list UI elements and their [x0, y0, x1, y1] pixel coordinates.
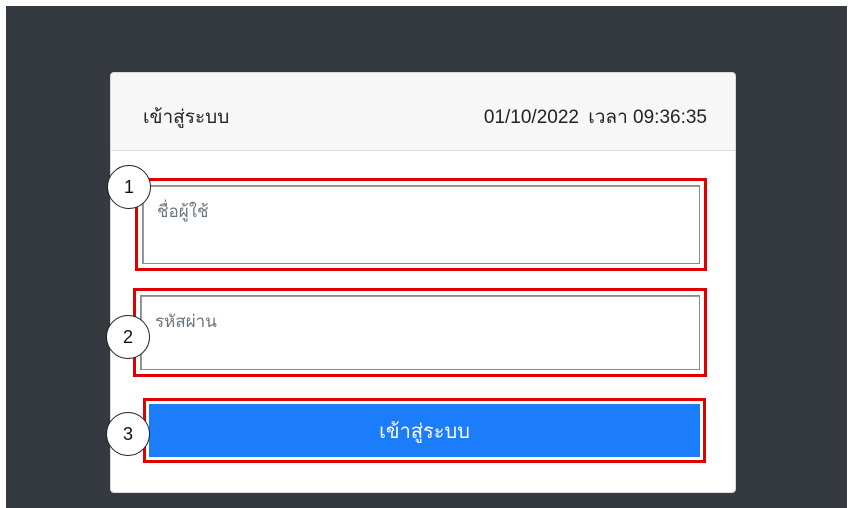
current-date: 01/10/2022 — [483, 107, 579, 128]
username-field-box — [142, 185, 700, 264]
login-button-highlight: เข้าสู่ระบบ — [143, 398, 706, 463]
time-label: เวลา — [588, 107, 628, 128]
login-title: เข้าสู่ระบบ — [143, 107, 230, 128]
annotation-marker-2: 2 — [106, 315, 150, 359]
current-datetime: 01/10/2022 เวลา 09:36:35 — [484, 102, 707, 132]
login-card-header: เข้าสู่ระบบ 01/10/2022 เวลา 09:36:35 — [111, 73, 735, 151]
login-button[interactable]: เข้าสู่ระบบ — [149, 404, 700, 457]
username-input[interactable] — [143, 186, 699, 222]
current-time: 09:36:35 — [633, 107, 707, 128]
annotation-marker-1: 1 — [107, 165, 151, 209]
annotation-marker-3: 3 — [106, 412, 150, 456]
username-highlight — [135, 178, 707, 271]
password-input[interactable] — [141, 296, 699, 332]
password-highlight — [133, 288, 707, 377]
password-field-box — [140, 295, 700, 370]
